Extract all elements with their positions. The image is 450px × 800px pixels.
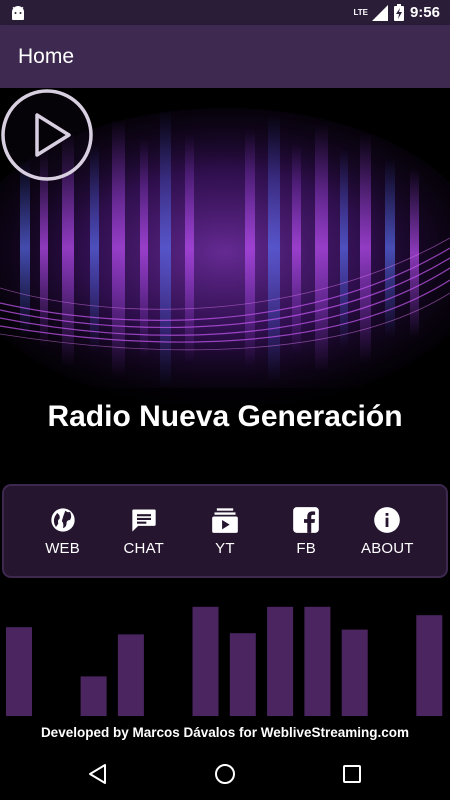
yt-link-button[interactable]: YT xyxy=(190,506,260,557)
equalizer-bar xyxy=(6,627,32,716)
equalizer-visualizer xyxy=(6,606,443,716)
equalizer-bar xyxy=(304,606,331,716)
app-bar: Home xyxy=(0,25,450,88)
battery-charging-icon xyxy=(393,4,404,21)
links-panel: WEB CHAT YT FB ABOUT xyxy=(2,484,448,578)
about-link-button[interactable]: ABOUT xyxy=(352,506,422,557)
fb-link-button[interactable]: FB xyxy=(271,506,341,557)
status-bar: LTE 9:56 xyxy=(0,0,450,25)
chat-icon xyxy=(132,509,156,532)
youtube-icon xyxy=(212,507,238,533)
player-hero: Radio Nueva Generación xyxy=(0,88,450,480)
network-type-label: LTE xyxy=(353,7,368,17)
link-label-web: WEB xyxy=(45,539,80,557)
equalizer-bar xyxy=(416,615,443,716)
signal-icon xyxy=(371,4,388,21)
station-name: Radio Nueva Generación xyxy=(47,400,403,433)
equalizer-bar xyxy=(341,629,368,716)
globe-icon xyxy=(50,507,75,532)
recents-icon[interactable] xyxy=(341,763,363,785)
chat-link-button[interactable]: CHAT xyxy=(109,506,179,557)
status-time: 9:56 xyxy=(409,4,440,21)
play-button[interactable] xyxy=(0,88,94,182)
home-icon[interactable] xyxy=(214,763,236,785)
link-label-fb: FB xyxy=(296,539,316,557)
back-icon[interactable] xyxy=(87,763,109,785)
android-icon xyxy=(12,5,24,20)
developer-credit: Developed by Marcos Dávalos for WebliveS… xyxy=(40,725,410,740)
equalizer-bar xyxy=(192,606,219,716)
link-label-about: ABOUT xyxy=(361,539,414,557)
link-label-yt: YT xyxy=(215,539,235,557)
web-link-button[interactable]: WEB xyxy=(28,506,98,557)
navigation-bar xyxy=(0,748,450,800)
page-title: Home xyxy=(18,44,75,68)
equalizer-bar xyxy=(229,633,256,716)
facebook-icon xyxy=(293,506,319,533)
info-icon xyxy=(374,506,401,533)
equalizer-bar xyxy=(267,606,294,716)
link-label-chat: CHAT xyxy=(123,539,165,557)
equalizer-bar xyxy=(117,634,144,716)
equalizer-bar xyxy=(80,676,107,716)
